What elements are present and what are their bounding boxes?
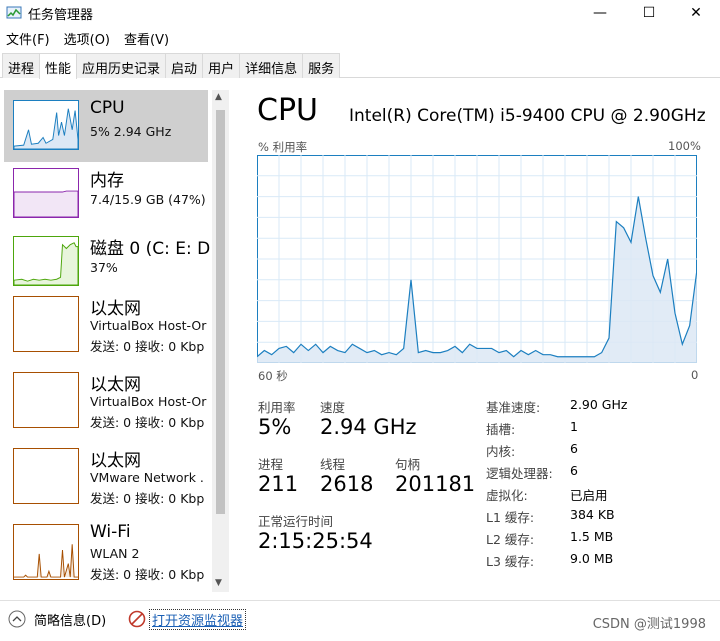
chevron-up-icon[interactable] xyxy=(8,610,26,628)
threads-label: 线程 xyxy=(320,457,346,472)
menu-options[interactable]: 选项(O) xyxy=(58,27,118,49)
tab-details[interactable]: 详细信息 xyxy=(239,53,304,78)
resource-monitor-icon xyxy=(128,610,146,628)
scroll-down-icon[interactable]: ▼ xyxy=(215,578,222,588)
disk-thumbnail xyxy=(13,236,79,286)
sidebar-item-title: CPU xyxy=(90,98,125,118)
uptime-label: 正常运行时间 xyxy=(258,514,334,529)
sidebar-item-subtitle: VirtualBox Host-Or xyxy=(90,394,207,409)
wifi-thumbnail xyxy=(13,524,79,580)
l1-cache-label: L1 缓存: xyxy=(486,510,535,525)
sidebar-item-title: 以太网 xyxy=(90,375,141,395)
x-axis-left-label: 60 秒 xyxy=(258,369,288,383)
threads-value: 2618 xyxy=(320,472,374,496)
l3-cache-value: 9.0 MB xyxy=(570,551,614,566)
sidebar-item-memory[interactable]: 内存 7.4/15.9 GB (47%) xyxy=(4,158,208,230)
l2-cache-value: 1.5 MB xyxy=(570,529,614,544)
processor-name: Intel(R) Core(TM) i5-9400 CPU @ 2.90GHz xyxy=(349,106,706,126)
sidebar-item-title: 以太网 xyxy=(90,299,141,319)
page-title: CPU xyxy=(257,93,318,128)
sidebar-item-subtitle: VMware Network . xyxy=(90,470,204,485)
base-speed-label: 基准速度: xyxy=(486,400,541,415)
sidebar-item-traffic: 发送: 0 接收: 0 Kbp xyxy=(90,415,205,430)
tab-app-history[interactable]: 应用历史记录 xyxy=(76,53,167,78)
sidebar-item-subtitle: 37% xyxy=(90,260,118,275)
tab-strip: 进程 性能 应用历史记录 启动 用户 详细信息 服务 xyxy=(0,53,720,79)
l3-cache-label: L3 缓存: xyxy=(486,554,535,569)
handles-label: 句柄 xyxy=(395,457,421,472)
utilization-value: 5% xyxy=(258,415,292,439)
cpu-thumbnail xyxy=(13,100,79,150)
utilization-label: 利用率 xyxy=(258,400,296,415)
sockets-value: 1 xyxy=(570,419,578,434)
ethernet-thumbnail xyxy=(13,372,79,428)
sidebar-scrollbar[interactable]: ▲ ▼ xyxy=(212,90,229,592)
handles-value: 201181 xyxy=(395,472,476,496)
processes-label: 进程 xyxy=(258,457,284,472)
y-axis-label: % 利用率 xyxy=(258,140,308,154)
close-button[interactable]: ✕ xyxy=(674,0,718,26)
l2-cache-label: L2 缓存: xyxy=(486,532,535,547)
tab-users[interactable]: 用户 xyxy=(202,53,241,78)
scrollbar-thumb[interactable] xyxy=(216,110,225,514)
speed-label: 速度 xyxy=(320,400,346,415)
sidebar-item-disk[interactable]: 磁盘 0 (C: E: D: 37% xyxy=(4,226,216,298)
sidebar-item-title: 磁盘 0 (C: E: D: xyxy=(90,239,216,259)
memory-thumbnail xyxy=(13,168,79,218)
summary-toggle-button[interactable]: 简略信息(D) xyxy=(34,610,106,629)
menu-file[interactable]: 文件(F) xyxy=(0,27,58,49)
tab-startup[interactable]: 启动 xyxy=(165,53,204,78)
uptime-value: 2:15:25:54 xyxy=(258,529,373,553)
menu-view[interactable]: 查看(V) xyxy=(118,27,177,49)
sidebar-item-cpu[interactable]: CPU 5% 2.94 GHz xyxy=(4,90,208,162)
menu-bar: 文件(F) 选项(O) 查看(V) xyxy=(0,27,177,49)
logical-processors-value: 6 xyxy=(570,463,578,478)
sockets-label: 插槽: xyxy=(486,422,516,437)
sidebar-item-traffic: 发送: 0 接收: 0 Kbp xyxy=(90,567,205,582)
tab-services[interactable]: 服务 xyxy=(302,53,341,78)
maximize-button[interactable]: ☐ xyxy=(627,0,671,26)
l1-cache-value: 384 KB xyxy=(570,507,615,522)
base-speed-value: 2.90 GHz xyxy=(570,397,628,412)
virtualization-value: 已启用 xyxy=(570,488,608,503)
sidebar-item-ethernet-1[interactable]: 以太网 VirtualBox Host-Or 发送: 0 接收: 0 Kbp xyxy=(4,292,208,364)
window-title: 任务管理器 xyxy=(28,8,94,23)
minimize-button[interactable]: — xyxy=(578,0,622,26)
virtualization-label: 虚拟化: xyxy=(486,488,528,503)
x-axis-right-label: 0 xyxy=(691,368,699,382)
y-axis-max-label: 100% xyxy=(668,139,701,153)
cores-value: 6 xyxy=(570,441,578,456)
sidebar-item-ethernet-2[interactable]: 以太网 VirtualBox Host-Or 发送: 0 接收: 0 Kbp xyxy=(4,368,208,440)
watermark-text: CSDN @测试1998 xyxy=(592,617,706,632)
scroll-up-icon[interactable]: ▲ xyxy=(215,92,222,102)
sidebar-item-traffic: 发送: 0 接收: 0 Kbp xyxy=(90,339,205,354)
sidebar-item-title: Wi-Fi xyxy=(90,522,131,542)
open-resource-monitor-link[interactable]: 打开资源监视器 xyxy=(148,609,247,630)
sidebar-item-ethernet-3[interactable]: 以太网 VMware Network . 发送: 0 接收: 0 Kbp xyxy=(4,444,208,516)
logical-processors-label: 逻辑处理器: xyxy=(486,466,553,481)
tab-processes[interactable]: 进程 xyxy=(2,53,41,78)
task-manager-icon xyxy=(6,6,22,19)
sidebar-item-subtitle: 7.4/15.9 GB (47%) xyxy=(90,192,206,207)
tab-performance[interactable]: 性能 xyxy=(39,53,78,79)
ethernet-thumbnail xyxy=(13,296,79,352)
title-bar: 任务管理器 — ☐ ✕ xyxy=(0,0,720,26)
sidebar-item-subtitle: 5% 2.94 GHz xyxy=(90,124,172,139)
sidebar-item-title: 内存 xyxy=(90,171,124,191)
cpu-utilization-chart xyxy=(257,155,697,363)
cores-label: 内核: xyxy=(486,444,516,459)
resource-sidebar: CPU 5% 2.94 GHz 内存 7.4/15.9 GB (47%) 磁盘 … xyxy=(0,86,230,596)
sidebar-item-subtitle: VirtualBox Host-Or xyxy=(90,318,207,333)
speed-value: 2.94 GHz xyxy=(320,415,417,439)
processes-value: 211 xyxy=(258,472,299,496)
ethernet-thumbnail xyxy=(13,448,79,504)
sidebar-item-subtitle: WLAN 2 xyxy=(90,546,140,561)
sidebar-item-traffic: 发送: 0 接收: 0 Kbp xyxy=(90,491,205,506)
sidebar-item-wifi[interactable]: Wi-Fi WLAN 2 发送: 0 接收: 0 Kbp xyxy=(4,520,208,592)
sidebar-item-title: 以太网 xyxy=(90,451,141,471)
